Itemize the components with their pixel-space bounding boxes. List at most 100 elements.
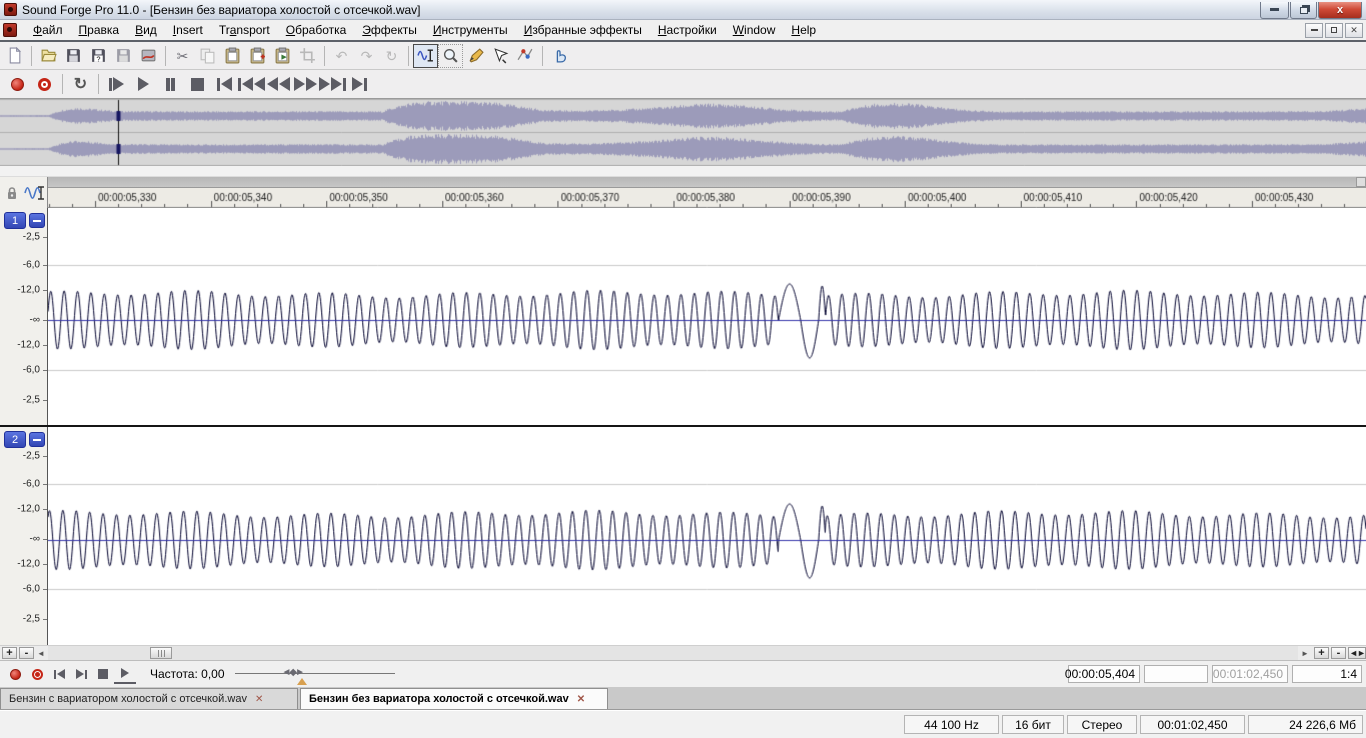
mdi-restore-button[interactable]: [1325, 23, 1343, 38]
open-file-icon[interactable]: [36, 44, 61, 68]
posbar-end-box[interactable]: [1356, 177, 1366, 187]
zoom-in-horizontal-button[interactable]: +: [1314, 647, 1329, 659]
rate-slider[interactable]: ◄◆►: [235, 664, 395, 684]
channel-2-minimize-button[interactable]: [29, 432, 45, 447]
tab-1[interactable]: Бензин с вариатором холостой с отсечкой.…: [0, 688, 298, 709]
menu-5[interactable]: Transport: [211, 21, 278, 39]
copy-icon[interactable]: [195, 44, 220, 68]
previous-marker-button[interactable]: [238, 72, 265, 96]
pause-button[interactable]: [157, 72, 184, 96]
paste-icon[interactable]: [220, 44, 245, 68]
mdi-minimize-button[interactable]: [1305, 23, 1323, 38]
menu-7[interactable]: Эффекты: [354, 21, 425, 39]
menu-4[interactable]: Insert: [165, 21, 211, 39]
rewind-button[interactable]: [265, 72, 292, 96]
repeat-icon[interactable]: ↻: [379, 44, 404, 68]
channel-1-waveform[interactable]: [48, 208, 1366, 425]
db-scale-label: -12,0: [17, 285, 40, 296]
stop-button[interactable]: [184, 72, 211, 96]
mdi-close-button[interactable]: ✕: [1345, 23, 1363, 38]
fast-forward-button[interactable]: [292, 72, 319, 96]
scrollbar-thumb[interactable]: [150, 647, 172, 659]
toolbar-separator: [31, 46, 32, 66]
menu-6[interactable]: Обработка: [278, 21, 355, 39]
sample-rate-cell: 44 100 Hz: [904, 715, 999, 734]
publish-icon[interactable]: [136, 44, 161, 68]
new-file-icon[interactable]: [2, 44, 27, 68]
paste-to-new-icon[interactable]: [270, 44, 295, 68]
menu-12[interactable]: Help: [783, 21, 824, 39]
record-remote-button[interactable]: [31, 72, 58, 96]
magnify-tool-icon[interactable]: [438, 44, 463, 68]
menu-3[interactable]: Вид: [127, 21, 165, 39]
overview-canvas[interactable]: [0, 99, 1366, 166]
tab-close-icon[interactable]: ✕: [577, 694, 585, 705]
time-ruler[interactable]: [48, 188, 1366, 208]
restore-button[interactable]: [1290, 2, 1317, 19]
go-to-start-button[interactable]: [211, 72, 238, 96]
envelope-tool-icon[interactable]: [513, 44, 538, 68]
minimize-button[interactable]: [1260, 2, 1289, 19]
save-all-icon[interactable]: [111, 44, 136, 68]
menu-11[interactable]: Window: [725, 21, 784, 39]
cut-icon[interactable]: ✂: [170, 44, 195, 68]
loop-playback-button[interactable]: ↻: [67, 72, 94, 96]
event-tool-icon[interactable]: [488, 44, 513, 68]
save-icon[interactable]: [61, 44, 86, 68]
bit-depth-cell: 16 бит: [1002, 715, 1064, 734]
record-button[interactable]: [4, 72, 31, 96]
play-all-button[interactable]: [103, 72, 130, 96]
zoom-out-horizontal-button[interactable]: -: [1331, 647, 1346, 659]
menu-10[interactable]: Настройки: [650, 21, 725, 39]
length-display[interactable]: 00:01:02,450: [1212, 665, 1288, 683]
scroll-left-arrow[interactable]: ◄: [34, 646, 48, 660]
channel-1-badge[interactable]: 1: [4, 212, 26, 229]
trim-icon[interactable]: [295, 44, 320, 68]
db-scale-label: -6,0: [23, 584, 40, 595]
mini-go-to-start-button[interactable]: [48, 664, 70, 684]
zoom-out-vertical-button[interactable]: -: [19, 647, 34, 659]
zoom-in-vertical-button[interactable]: +: [2, 647, 17, 659]
mini-go-to-end-button[interactable]: [70, 664, 92, 684]
pencil-tool-icon[interactable]: [463, 44, 488, 68]
menu-2[interactable]: Правка: [71, 21, 128, 39]
channel-2-controls: 2 -2,5-6,0-12,0-∞-12,0-6,0-2,5: [0, 427, 48, 645]
mini-stop-button[interactable]: [92, 664, 114, 684]
next-marker-button[interactable]: [319, 72, 346, 96]
paste-special-icon[interactable]: [245, 44, 270, 68]
scroll-right-arrow[interactable]: ►: [1298, 646, 1312, 660]
zoom-ratio-display[interactable]: 1:4: [1292, 665, 1362, 683]
save-as-icon[interactable]: ?: [86, 44, 111, 68]
menu-9[interactable]: Избранные эффекты: [516, 21, 650, 39]
overview-waveform[interactable]: [0, 99, 1366, 166]
go-to-end-button[interactable]: [346, 72, 373, 96]
channel-2-waveform[interactable]: [48, 427, 1366, 645]
rate-slider-handle[interactable]: ◄◆►: [282, 667, 304, 678]
position-indicator-bar[interactable]: [48, 177, 1366, 188]
db-scale-label: -2,5: [23, 395, 40, 406]
mini-record-remote-button[interactable]: [26, 664, 48, 684]
selection-display[interactable]: [1144, 665, 1208, 683]
play-button[interactable]: [130, 72, 157, 96]
channel-1-minimize-button[interactable]: [29, 213, 45, 228]
edit-tool-icon[interactable]: [413, 44, 438, 68]
edit-tool-indicator-icon[interactable]: [24, 185, 46, 201]
cursor-position-display[interactable]: 00:00:05,404: [1068, 665, 1140, 683]
zoom-fit-button[interactable]: ◄►: [1348, 647, 1366, 659]
close-button[interactable]: x: [1318, 2, 1362, 19]
tab-2[interactable]: Бензин без вариатора холостой с отсечкой…: [300, 688, 608, 709]
channel-2-badge[interactable]: 2: [4, 431, 26, 448]
undo-icon[interactable]: ↶: [329, 44, 354, 68]
document-icon[interactable]: [3, 23, 17, 37]
mini-play-button[interactable]: [114, 664, 136, 684]
mini-record-button[interactable]: [4, 664, 26, 684]
tab-close-icon[interactable]: ✕: [255, 694, 263, 705]
menu-1[interactable]: Файл: [25, 21, 71, 39]
touch-tool-icon[interactable]: [547, 44, 572, 68]
channel-2: 2 -2,5-6,0-12,0-∞-12,0-6,0-2,5: [0, 427, 1366, 645]
scrollbar-track[interactable]: [48, 646, 1298, 660]
rate-slider-track[interactable]: [235, 673, 395, 674]
redo-icon[interactable]: ↷: [354, 44, 379, 68]
menu-8[interactable]: Инструменты: [425, 21, 516, 39]
lock-icon[interactable]: [6, 186, 18, 200]
